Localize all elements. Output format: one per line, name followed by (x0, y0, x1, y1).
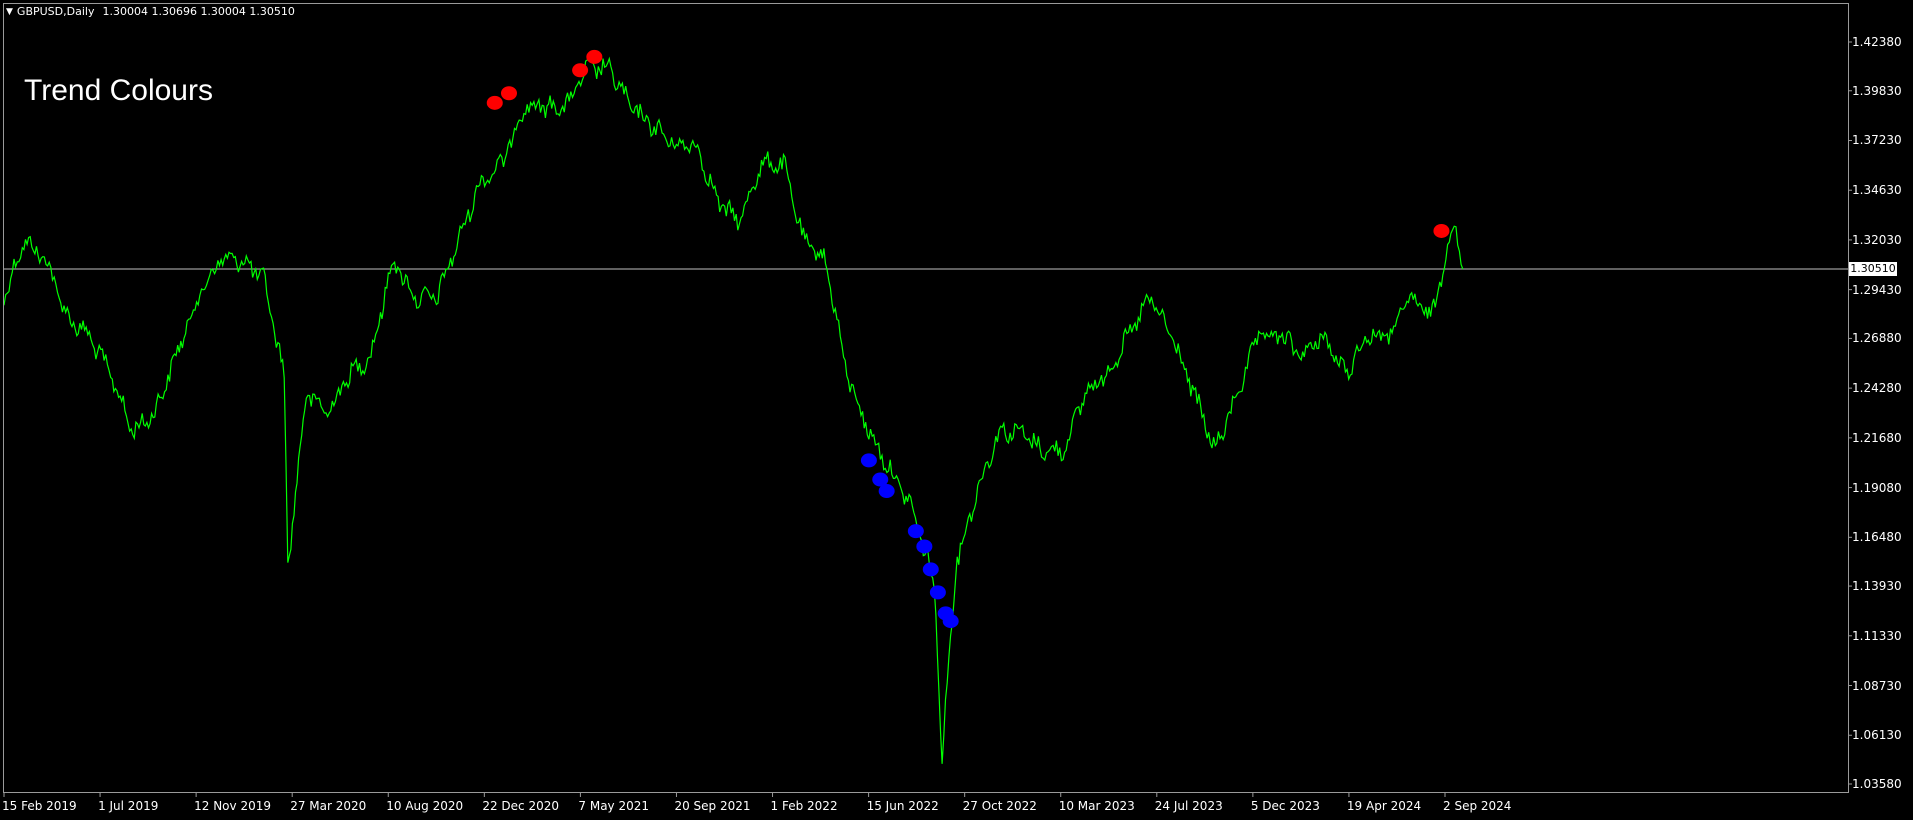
time-tick-label: 27 Mar 2020 (290, 799, 367, 813)
up-trend-marker (916, 539, 933, 554)
down-trend-marker (572, 63, 589, 78)
time-tick-label: 27 Oct 2022 (962, 799, 1037, 813)
time-tick-label: 20 Sep 2021 (674, 799, 751, 813)
symbol-header: ▼ GBPUSD,Daily 1.30004 1.30696 1.30004 1… (6, 5, 295, 18)
price-tick-label: 1.11330 (1852, 628, 1902, 643)
price-tick-label: 1.19080 (1852, 480, 1902, 495)
up-trend-marker (860, 453, 877, 468)
price-series-line (4, 56, 1464, 764)
price-tick-label: 1.39830 (1852, 83, 1902, 98)
price-tick-label: 1.34630 (1852, 183, 1902, 198)
up-trend-marker (929, 585, 946, 600)
price-tick-label: 1.37230 (1852, 133, 1902, 148)
time-tick-label: 5 Dec 2023 (1250, 799, 1320, 813)
time-tick-label: 7 May 2021 (578, 799, 650, 813)
current-price-label: 1.30510 (1849, 261, 1897, 276)
price-tick-label: 1.06130 (1852, 728, 1902, 743)
up-trend-marker (922, 562, 939, 577)
down-trend-marker (1433, 223, 1450, 238)
time-tick-label: 10 Mar 2023 (1058, 799, 1135, 813)
time-tick-label: 24 Jul 2023 (1154, 799, 1223, 813)
time-tick-label: 12 Nov 2019 (194, 799, 271, 813)
price-tick-label: 1.08730 (1852, 678, 1902, 693)
price-tick-label: 1.21680 (1852, 430, 1902, 445)
down-trend-marker (500, 86, 517, 101)
dropdown-arrow-icon[interactable]: ▼ (6, 7, 13, 17)
price-tick-label: 1.13930 (1852, 579, 1902, 594)
price-tick-label: 1.03580 (1852, 777, 1902, 791)
up-trend-marker (907, 524, 924, 539)
price-tick-label: 1.42380 (1852, 35, 1902, 49)
indicator-title: Trend Colours (24, 74, 213, 107)
price-tick-label: 1.24280 (1852, 381, 1902, 396)
time-tick-label: 15 Jun 2022 (866, 799, 939, 813)
time-tick-label: 15 Feb 2019 (2, 799, 77, 813)
ohlc-values: 1.30004 1.30696 1.30004 1.30510 (102, 5, 295, 18)
price-tick-label: 1.32030 (1852, 232, 1902, 247)
symbol-name: GBPUSD,Daily (16, 5, 95, 18)
price-tick-label: 1.16480 (1852, 530, 1902, 545)
down-trend-marker (586, 49, 603, 64)
time-tick-label: 2 Sep 2024 (1443, 799, 1512, 813)
up-trend-marker (942, 614, 959, 629)
up-trend-marker (878, 484, 895, 499)
price-chart[interactable] (0, 0, 1913, 820)
price-tick-label: 1.26880 (1852, 331, 1902, 346)
time-tick-label: 1 Jul 2019 (98, 799, 159, 813)
down-trend-marker (486, 95, 503, 110)
time-tick-label: 10 Aug 2020 (386, 799, 464, 813)
time-tick-label: 22 Dec 2020 (482, 799, 559, 813)
time-tick-label: 1 Feb 2022 (770, 799, 838, 813)
price-tick-label: 1.29430 (1852, 282, 1902, 297)
time-tick-label: 19 Apr 2024 (1346, 799, 1422, 813)
